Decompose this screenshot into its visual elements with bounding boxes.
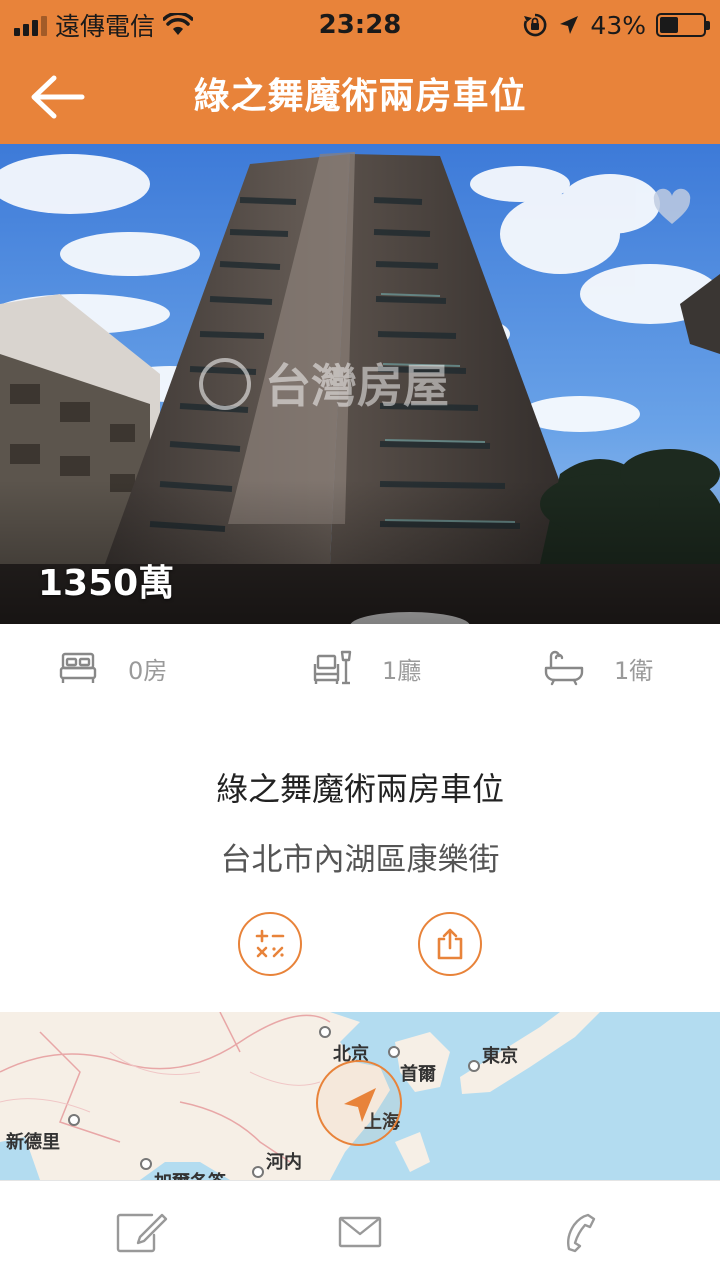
nav-bar: 綠之舞魔術兩房車位 xyxy=(0,50,720,144)
feature-living-rooms: 1廳 xyxy=(312,648,421,688)
my-location-button[interactable] xyxy=(316,1060,402,1146)
listing-title: 綠之舞魔術兩房車位 xyxy=(215,770,504,808)
bottom-toolbar xyxy=(0,1180,720,1280)
map-marker xyxy=(319,1026,331,1038)
bed-icon xyxy=(59,652,97,683)
map-label-hanoi: 河内 xyxy=(266,1152,302,1173)
location-arrow-icon xyxy=(560,16,579,34)
heart-icon xyxy=(653,188,691,224)
feature-rooms: 0房 xyxy=(58,648,167,688)
share-button[interactable] xyxy=(418,912,482,976)
sofa-lamp-icon xyxy=(313,650,352,685)
email-button[interactable] xyxy=(332,1209,388,1255)
mail-icon xyxy=(338,1216,382,1248)
map-marker xyxy=(140,1158,152,1170)
status-right: 43% xyxy=(522,8,710,42)
map-label-new-delhi: 新德里 xyxy=(6,1132,60,1153)
battery-icon xyxy=(656,13,710,37)
favorite-button[interactable] xyxy=(652,188,692,226)
map-marker xyxy=(468,1060,480,1072)
photo-watermark: 台灣房屋 xyxy=(265,359,449,413)
map-label-kolkata: 加爾各答 xyxy=(154,1168,226,1180)
map-marker xyxy=(68,1114,80,1126)
feature-living-label: 1廳 xyxy=(382,656,422,685)
map-label-tokyo: 東京 xyxy=(482,1046,518,1067)
share-icon xyxy=(437,928,463,960)
battery-percent: 43% xyxy=(590,10,646,40)
feature-bathrooms: 1衛 xyxy=(544,648,653,688)
write-message-button[interactable] xyxy=(114,1209,170,1255)
map-marker xyxy=(388,1046,400,1058)
listing-address: 台北市內湖區康樂街 xyxy=(220,842,500,878)
status-bar: 遠傳電信 23:28 43% xyxy=(0,0,720,50)
location-arrow-icon xyxy=(344,1088,376,1122)
nav-title: 綠之舞魔術兩房車位 xyxy=(193,76,527,117)
mortgage-calculator-button[interactable] xyxy=(238,912,302,976)
listing-photo[interactable]: 台灣房屋 1350萬 xyxy=(0,144,720,624)
building-photo: 台灣房屋 xyxy=(0,144,720,624)
listing-price: 1350萬 xyxy=(38,563,175,604)
map-marker xyxy=(252,1166,264,1178)
call-button[interactable] xyxy=(550,1209,606,1255)
listing-screen: 遠傳電信 23:28 43% 綠之舞魔術兩房車位 台灣房屋 1350萬 0房 1… xyxy=(0,0,720,1280)
calculator-icon xyxy=(255,929,285,958)
bathtub-icon xyxy=(544,650,584,686)
phone-icon xyxy=(566,1213,596,1253)
rotation-lock-icon xyxy=(524,13,547,37)
map-label-seoul: 首爾 xyxy=(400,1064,436,1085)
edit-note-icon xyxy=(116,1213,168,1253)
location-map[interactable]: 北京 首爾 東京 上海 新德里 河内 加爾各答 xyxy=(0,1012,720,1180)
listing-features: 0房 1廳 1衛 xyxy=(0,624,720,714)
feature-bath-label: 1衛 xyxy=(614,656,654,685)
feature-rooms-label: 0房 xyxy=(128,656,168,685)
